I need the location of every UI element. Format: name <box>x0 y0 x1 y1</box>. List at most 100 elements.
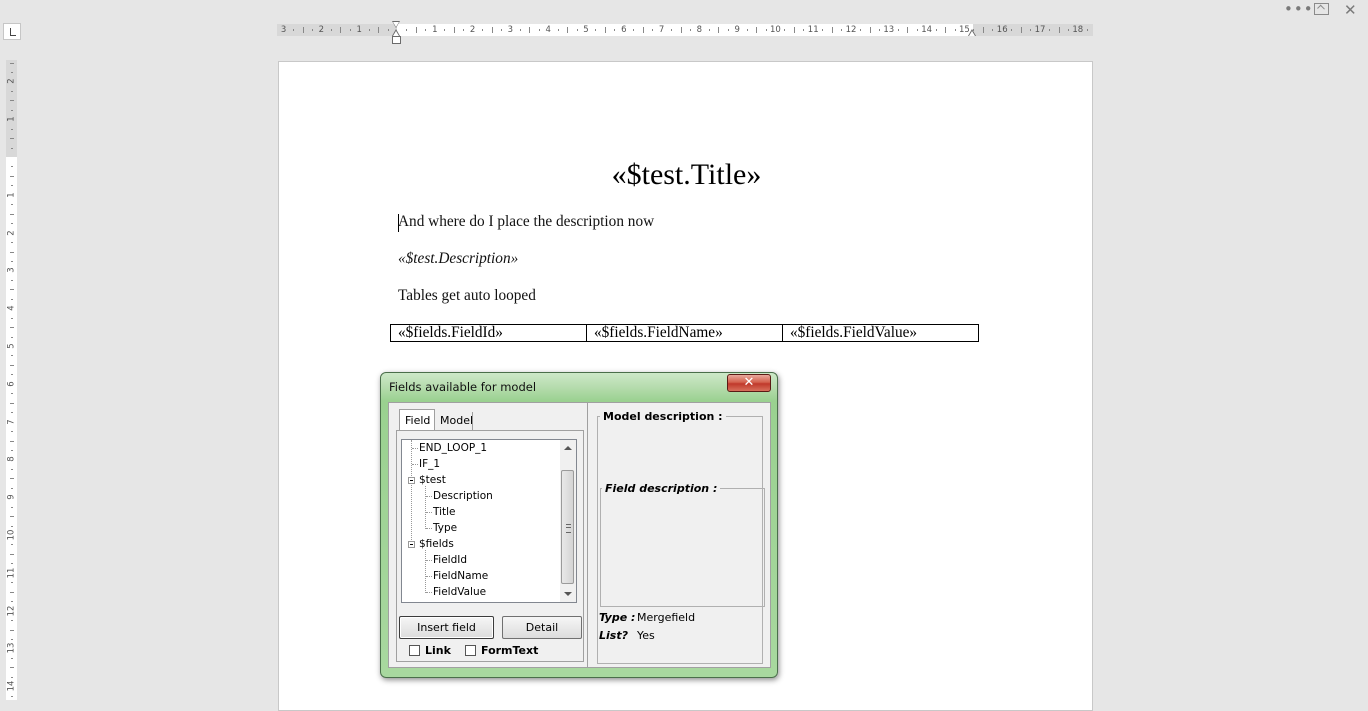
ruler-label-right-12: 12 <box>845 25 857 35</box>
vruler-tick <box>10 62 14 64</box>
ruler-label-right-4: 4 <box>545 25 551 35</box>
table-cell-fieldvalue[interactable]: «$fields.FieldValue» <box>782 324 979 342</box>
collapse-test-icon[interactable] <box>408 477 415 484</box>
vruler-tick <box>11 317 13 319</box>
first-line-indent-marker[interactable] <box>392 21 401 44</box>
tab-field[interactable]: Field <box>399 409 435 430</box>
vruler-label-body-2: 2 <box>6 229 17 236</box>
vruler-tick <box>11 128 13 130</box>
ruler-tick <box>538 29 540 31</box>
fields-panel: Field Model END_LOOP_1 IF_1 $test Descri… <box>389 403 588 667</box>
vruler-tick <box>10 629 14 631</box>
ruler-tick <box>500 29 502 31</box>
ruler-tick <box>293 29 295 31</box>
tree-item-if[interactable]: IF_1 <box>419 457 440 471</box>
ruler-label-right-1: 1 <box>432 25 438 35</box>
ruler-tick <box>756 27 758 33</box>
vruler-label-top-2: 2 <box>6 78 17 85</box>
more-options-icon[interactable]: ••• <box>1284 0 1314 18</box>
paragraph-description-question[interactable]: And where do I place the description now <box>398 213 654 231</box>
vruler-label-body-13: 13 <box>6 642 17 654</box>
right-indent-marker[interactable] <box>968 29 976 36</box>
ruler-tick <box>378 27 380 33</box>
ruler-tick <box>482 29 484 31</box>
vruler-tick <box>10 591 14 593</box>
vruler-tick <box>10 402 14 404</box>
vruler-tick <box>11 525 13 527</box>
type-label: Type : <box>599 611 636 624</box>
table-cell-fieldid[interactable]: «$fields.FieldId» <box>390 324 587 342</box>
dialog-close-button[interactable]: ✕ <box>727 374 771 392</box>
ruler-tick <box>784 29 786 31</box>
document-title-field[interactable]: «$test.Title» <box>279 158 1094 192</box>
tree-item-fieldname[interactable]: FieldName <box>433 569 488 583</box>
vruler-tick <box>11 336 13 338</box>
paragraph-tables-note[interactable]: Tables get auto looped <box>398 287 536 305</box>
tree-scrollbar[interactable] <box>560 440 576 602</box>
ruler-tick <box>982 27 984 33</box>
ruler-tick <box>680 27 682 33</box>
vruler-label-body-11: 11 <box>6 567 17 579</box>
scroll-thumb[interactable] <box>561 470 574 584</box>
ruler-tick <box>425 29 427 31</box>
ruler-tick <box>1086 29 1088 31</box>
formtext-checkbox[interactable] <box>465 645 476 656</box>
ruler-label-right-5: 5 <box>583 25 589 35</box>
vruler-tick <box>10 327 14 329</box>
scroll-up-icon[interactable] <box>564 446 572 450</box>
ruler-tick <box>727 29 729 31</box>
vruler-label-body-10: 10 <box>6 529 17 541</box>
tree-item-end-loop[interactable]: END_LOOP_1 <box>419 441 487 455</box>
vruler-tick <box>11 71 13 73</box>
tab-stop-selector[interactable] <box>3 23 21 40</box>
vruler-tick <box>11 676 13 678</box>
tree-item-type[interactable]: Type <box>433 521 457 535</box>
vruler-tick <box>11 147 13 149</box>
vruler-label-body-8: 8 <box>6 456 17 463</box>
tree-item-test[interactable]: $test <box>419 473 446 487</box>
vruler-tick <box>11 260 13 262</box>
tree-item-description[interactable]: Description <box>433 489 493 503</box>
ruler-tick <box>463 29 465 31</box>
ruler-tick <box>860 29 862 31</box>
fields-tree[interactable]: END_LOOP_1 IF_1 $test Description Title … <box>401 439 577 603</box>
type-value: Mergefield <box>637 611 696 624</box>
vruler-label-body-3: 3 <box>6 267 17 274</box>
insert-field-button[interactable]: Insert field <box>399 616 494 639</box>
vruler-tick <box>11 109 13 111</box>
detail-button[interactable]: Detail <box>502 616 582 639</box>
vruler-tick <box>11 468 13 470</box>
tree-item-title[interactable]: Title <box>433 505 456 519</box>
tree-item-fieldid[interactable]: FieldId <box>433 553 467 567</box>
ruler-label-right-3: 3 <box>507 25 514 35</box>
ruler-tick <box>878 29 880 31</box>
vruler-tick <box>10 289 14 291</box>
tab-model[interactable]: Model <box>435 412 473 430</box>
ruler-tick <box>1020 27 1022 33</box>
vruler-tick <box>11 204 13 206</box>
table-cell-fieldname[interactable]: «$fields.FieldName» <box>586 324 783 342</box>
ruler-tick <box>897 29 899 31</box>
vruler-tick <box>11 506 13 508</box>
ruler-tick <box>519 29 521 31</box>
ruler-tick <box>642 27 644 33</box>
vruler-tick <box>11 393 13 395</box>
close-window-icon[interactable]: ✕ <box>1344 1 1357 19</box>
ruler-tick <box>822 29 824 31</box>
collapse-fields-icon[interactable] <box>408 541 415 548</box>
vertical-ruler[interactable]: 2 1 1 2 3 4 5 6 7 8 9 10 11 12 13 14 <box>6 60 17 700</box>
ruler-tick <box>1067 29 1069 31</box>
link-checkbox[interactable] <box>409 645 420 656</box>
tree-item-fieldvalue[interactable]: FieldValue <box>433 585 486 599</box>
ruler-label-right-6: 6 <box>621 25 627 35</box>
fields-dialog: Fields available for model ✕ Field Model <box>380 372 778 678</box>
ruler-label-left-2: 2 <box>318 25 325 35</box>
fields-table[interactable]: «$fields.FieldId» «$fields.FieldName» «$… <box>390 324 979 342</box>
description-merge-field[interactable]: «$test.Description» <box>398 250 518 268</box>
ribbon-display-options-icon[interactable] <box>1314 3 1329 15</box>
scroll-down-icon[interactable] <box>564 592 572 596</box>
field-description-legend: Field description : <box>602 482 721 495</box>
vruler-tick <box>11 90 13 92</box>
tree-item-fields[interactable]: $fields <box>419 537 454 551</box>
ruler-tick <box>992 29 994 31</box>
